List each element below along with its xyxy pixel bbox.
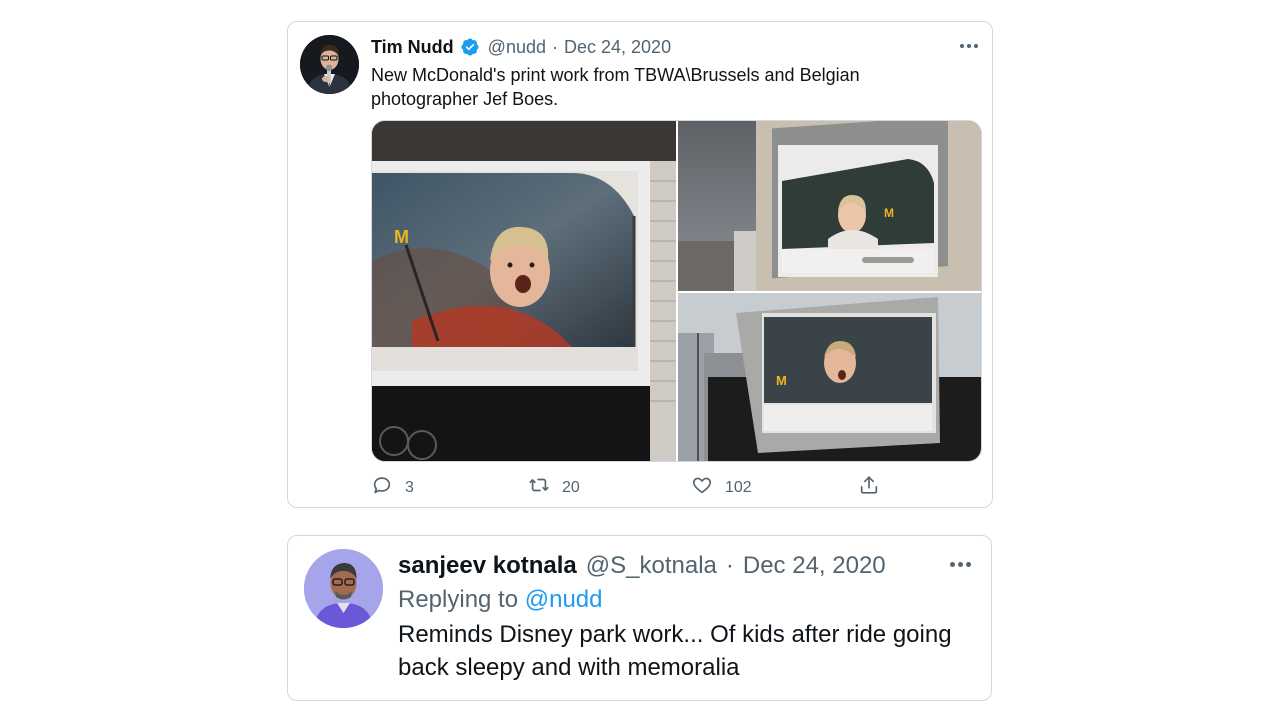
tweet-card[interactable]: Tim Nudd @nudd · Dec 24, 2020 New McDona… — [287, 21, 993, 508]
svg-text:M: M — [884, 206, 894, 220]
author-avatar[interactable] — [300, 35, 359, 94]
separator-dot: · — [725, 552, 734, 579]
tweet-date[interactable]: Dec 24, 2020 — [743, 552, 886, 580]
media-photo[interactable]: M — [678, 121, 981, 291]
author-handle[interactable]: @nudd — [488, 37, 546, 58]
verified-badge-icon — [460, 37, 480, 57]
tweet-header: sanjeev kotnala @S_kotnala · Dec 24, 202… — [398, 551, 886, 581]
replying-to-label: Replying to — [398, 586, 519, 613]
replying-to-mention[interactable]: @nudd — [525, 586, 603, 613]
replying-to: Replying to @nudd — [398, 585, 603, 615]
reply-button[interactable]: 3 — [371, 474, 414, 501]
tweet-media-grid: M M M — [371, 120, 982, 462]
like-button[interactable]: 102 — [691, 474, 752, 501]
separator-dot: · — [552, 36, 558, 57]
svg-text:M: M — [394, 227, 409, 247]
tweet-text: Reminds Disney park work... Of kids afte… — [398, 621, 952, 681]
more-horizontal-icon[interactable] — [950, 562, 971, 567]
share-icon — [858, 474, 880, 501]
media-photo[interactable]: M — [678, 293, 981, 461]
retweet-button[interactable]: 20 — [528, 474, 580, 501]
author-name[interactable]: Tim Nudd — [371, 37, 454, 58]
reply-tweet-card[interactable]: sanjeev kotnala @S_kotnala · Dec 24, 202… — [287, 535, 992, 701]
tweet-text: New McDonald's print work from TBWA\Brus… — [371, 65, 860, 109]
retweet-icon — [528, 474, 550, 501]
avatar-image — [304, 549, 383, 628]
tweet-date[interactable]: Dec 24, 2020 — [564, 37, 671, 58]
author-handle[interactable]: @S_kotnala — [586, 552, 717, 580]
avatar-image — [300, 35, 359, 94]
tweet-header: Tim Nudd @nudd · Dec 24, 2020 — [371, 36, 671, 58]
retweet-count: 20 — [562, 478, 580, 496]
share-button[interactable] — [858, 474, 880, 501]
reply-icon — [371, 474, 393, 501]
more-horizontal-icon[interactable] — [960, 44, 978, 48]
author-avatar[interactable] — [304, 549, 383, 628]
like-count: 102 — [725, 478, 752, 496]
author-name[interactable]: sanjeev kotnala — [398, 552, 577, 580]
tweet-actions: 3 20 102 — [371, 474, 891, 500]
svg-text:M: M — [776, 373, 787, 388]
reply-count: 3 — [405, 478, 414, 496]
media-photo[interactable]: M — [372, 121, 676, 461]
heart-icon — [691, 474, 713, 501]
